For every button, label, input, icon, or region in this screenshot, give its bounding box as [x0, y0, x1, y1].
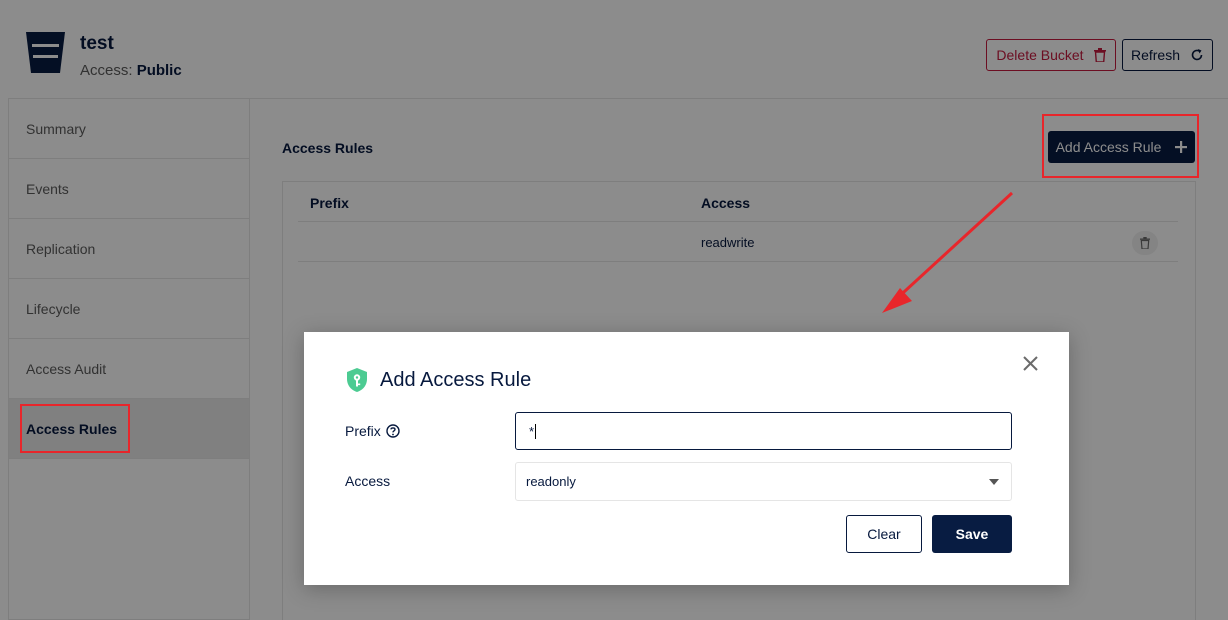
access-label: Access: [345, 473, 391, 489]
close-button[interactable]: [1019, 352, 1041, 374]
chevron-down-icon: [989, 479, 999, 485]
shield-key-icon: [347, 368, 367, 392]
prefix-input-value: *: [529, 423, 535, 439]
annotation-box-add-rule: [1042, 114, 1199, 178]
annotation-box-access-rules: [20, 404, 130, 453]
prefix-label-text: Prefix: [345, 423, 381, 439]
dialog-title: Add Access Rule: [380, 369, 532, 391]
help-circle-icon[interactable]: [386, 424, 400, 438]
prefix-input[interactable]: *: [515, 412, 1012, 450]
access-select[interactable]: readonly: [515, 462, 1012, 501]
prefix-label: Prefix: [345, 423, 400, 439]
access-select-value: readonly: [526, 474, 576, 489]
save-button[interactable]: Save: [932, 515, 1012, 553]
clear-button[interactable]: Clear: [846, 515, 922, 553]
text-caret: [535, 423, 537, 439]
close-icon: [1022, 355, 1038, 371]
add-access-rule-dialog: Add Access Rule Prefix * Access readonly…: [304, 332, 1069, 585]
